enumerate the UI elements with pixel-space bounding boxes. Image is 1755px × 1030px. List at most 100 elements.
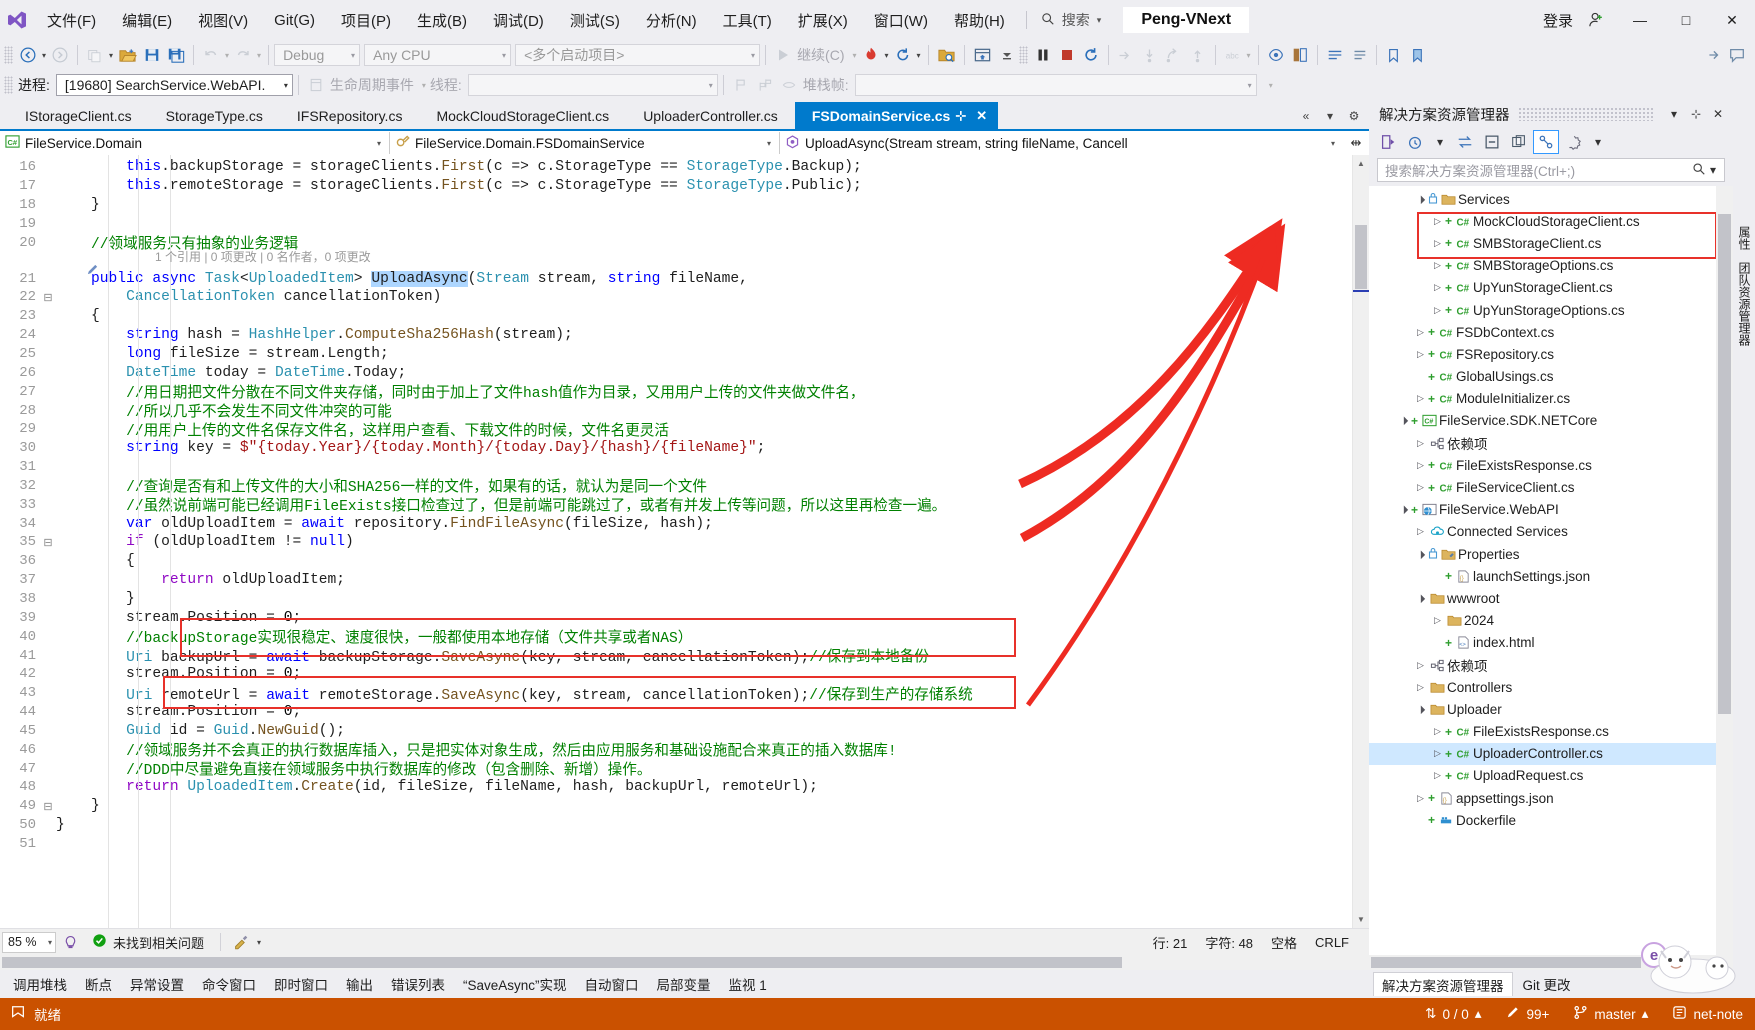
solution-tree-item[interactable]: ▷ + C# MockCloudStorageClient.cs [1369,210,1733,232]
tab-mockcloudstorageclient[interactable]: MockCloudStorageClient.cs [419,102,627,129]
collapse-arrow-icon[interactable]: ▷ [1430,770,1445,781]
collapse-arrow-icon[interactable]: ▷ [1430,238,1445,249]
diff-button[interactable]: abc [1221,43,1245,67]
tool-tab-saveasync-implementations[interactable]: “SaveAsync”实现 [454,972,576,996]
indentation-status[interactable]: 空格 [1263,933,1305,952]
tab-uploadercontroller[interactable]: UploaderController.cs [626,102,795,129]
search-options-dropdown-icon[interactable]: ▾ [1706,159,1720,181]
code-line[interactable]: 39 stream.Position = 0; [0,608,1352,627]
new-project-dropdown-icon[interactable]: ▾ [107,51,115,60]
lifecycle-events-icon[interactable] [304,73,328,97]
process-combo[interactable]: [19680] SearchService.WebAPI. ▾ [55,74,293,96]
sign-in-button[interactable]: 登录 [1535,10,1581,31]
code-line[interactable]: 41 Uri backupUrl = await backupStorage.S… [0,646,1352,667]
solution-tree-hscroll-thumb[interactable] [1371,957,1641,968]
code-line[interactable]: 19 [0,215,1352,234]
collapse-arrow-icon[interactable]: ▷ [1413,460,1428,471]
solution-tree-scrollbar[interactable] [1716,186,1733,955]
save-button[interactable] [140,43,164,67]
hot-reload-dropdown-icon[interactable]: ▾ [883,51,891,60]
menu-help[interactable]: 帮助(H) [941,0,1018,40]
split-editor-icon[interactable]: ⇹ [1343,135,1369,151]
solution-tree-item[interactable]: ▷ Connected Services [1369,521,1733,543]
menu-window[interactable]: 窗口(W) [861,0,941,40]
panel-tab-git-changes[interactable]: Git 更改 [1515,972,1579,996]
restart-debug-button[interactable] [1079,43,1103,67]
solution-tree-item[interactable]: ▷ Controllers [1369,676,1733,698]
code-line[interactable]: 23 { [0,307,1352,326]
navigate-back-button[interactable] [16,43,40,67]
close-button[interactable]: ✕ [1709,0,1755,40]
new-project-button[interactable] [83,43,107,67]
scroll-up-arrow-icon[interactable]: ▲ [1353,155,1369,172]
solution-tree-item[interactable]: ◢ Services [1369,188,1733,210]
uncomment-button[interactable] [1347,43,1371,67]
tab-ifsrepository[interactable]: IFSRepository.cs [279,102,420,129]
collapse-arrow-icon[interactable]: ▷ [1413,526,1428,537]
solution-tree-item[interactable]: + C# GlobalUsings.cs [1369,366,1733,388]
collapse-arrow-icon[interactable]: ▷ [1413,682,1428,693]
menu-debug[interactable]: 调试(D) [480,0,557,40]
pending-changes-filter-icon[interactable] [1402,130,1428,154]
filter-dropdown-icon[interactable]: ▾ [1429,131,1451,153]
browser-dropdown-button[interactable] [995,43,1019,67]
solution-tree-item[interactable]: + {} launchSettings.json [1369,565,1733,587]
redo-dropdown-icon[interactable]: ▾ [255,51,263,60]
diff-dropdown-icon[interactable]: ▾ [1245,51,1253,60]
tool-tab-watch-1[interactable]: 监视 1 [720,972,776,996]
editor-scroll-thumb[interactable] [1355,225,1367,289]
code-line[interactable]: 36 { [0,552,1352,571]
outlining-toggle[interactable]: ⊟ [40,800,56,813]
solution-tree-item[interactable]: ◢ wwwroot [1369,587,1733,609]
solution-tree-item[interactable]: ▷ 2024 [1369,610,1733,632]
menu-extensions[interactable]: 扩展(X) [785,0,861,40]
show-next-statement-button[interactable] [1114,43,1138,67]
tool-tab-locals[interactable]: 局部变量 [648,972,720,996]
code-line[interactable]: 31 [0,458,1352,477]
tab-storagetype[interactable]: StorageType.cs [148,102,280,129]
code-line[interactable]: 28 //所以几乎不会发生不同文件冲突的可能 [0,401,1352,422]
solution-tree-item[interactable]: ▷ + C# UpYunStorageClient.cs [1369,277,1733,299]
collapse-arrow-icon[interactable]: ▷ [1430,726,1445,737]
feedback-button[interactable] [1725,43,1749,67]
browser-selection-button[interactable] [970,43,995,67]
toggle-bookmark-button[interactable] [1406,43,1430,67]
solution-tree-item[interactable]: ▷ + C# ModuleInitializer.cs [1369,388,1733,410]
expand-arrow-icon[interactable]: ◢ [1412,701,1429,718]
solution-tree-item[interactable]: ▷ + {} appsettings.json [1369,787,1733,809]
menu-git[interactable]: Git(G) [261,0,328,40]
menu-file[interactable]: 文件(F) [34,0,109,40]
solution-tree-item[interactable]: + <> index.html [1369,632,1733,654]
expand-arrow-icon[interactable]: ◢ [1412,546,1429,563]
collapse-arrow-icon[interactable]: ▷ [1430,260,1445,271]
editor-vertical-scrollbar[interactable]: ▲ ▼ [1352,155,1369,928]
code-line[interactable]: 45 Guid id = Guid.NewGuid(); [0,721,1352,740]
code-line[interactable]: 32 //查询是否有和上传文件的大小和SHA256一样的文件，如果有的话，就认为… [0,477,1352,497]
solution-tree-item[interactable]: + Dockerfile [1369,809,1733,831]
navigate-forward-button[interactable] [48,43,72,67]
code-line[interactable]: 46 //领域服务并不会真正的执行数据库插入，只是把实体对象生成，然后由应用服务… [0,740,1352,761]
tool-tab-breakpoints[interactable]: 断点 [76,972,121,996]
bookmark-button[interactable] [1382,43,1406,67]
code-line[interactable]: 44 stream.Position = 0; [0,703,1352,722]
solution-tree-item[interactable]: ▷ + C# FileExistsResponse.cs [1369,454,1733,476]
code-line[interactable]: 50} [0,816,1352,835]
show-all-files-icon[interactable] [1506,130,1532,154]
solution-platform-combo[interactable]: Any CPU ▾ [364,44,512,66]
menu-view[interactable]: 视图(V) [185,0,261,40]
debug-toolbar-grip[interactable] [4,76,13,94]
collapse-all-icon[interactable] [1479,130,1505,154]
add-account-icon[interactable] [1581,11,1617,29]
restart-button[interactable] [891,43,915,67]
tool-tab-immediate-window[interactable]: 即时窗口 [265,972,337,996]
undo-button[interactable] [199,43,223,67]
view-class-view-icon[interactable] [1533,130,1559,154]
tool-tab-exception-settings[interactable]: 异常设置 [121,972,193,996]
editor-hscroll-thumb[interactable] [2,957,1122,968]
solution-tree-item[interactable]: ▷ 依赖项 [1369,432,1733,454]
stop-debugging-button[interactable] [1055,43,1079,67]
search-icon[interactable] [1692,162,1706,179]
git-branch-indicator[interactable]: master ▴ [1561,998,1660,1030]
solution-tree-item[interactable]: ◢ + C# FileService.SDK.NETCore [1369,410,1733,432]
step-into-button[interactable] [1138,43,1162,67]
